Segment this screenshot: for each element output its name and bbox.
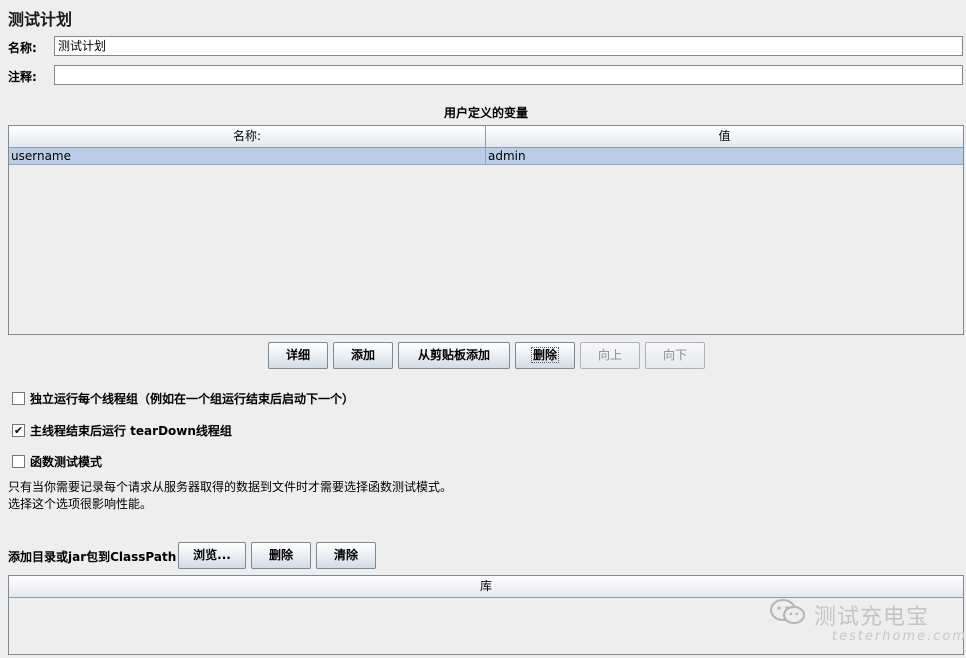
watermark-sub: testerhome.com xyxy=(832,629,966,644)
move-up-button[interactable]: 向上 xyxy=(580,342,640,369)
comment-field[interactable] xyxy=(54,65,963,85)
classpath-delete-button[interactable]: 删除 xyxy=(251,542,311,569)
variables-title: 用户定义的变量 xyxy=(443,106,528,120)
detail-button[interactable]: 详细 xyxy=(268,342,328,369)
independent-option[interactable]: 独立运行每个线程组（例如在一个组运行结束后启动下一个） xyxy=(12,390,354,407)
add-from-clipboard-button[interactable]: 从剪贴板添加 xyxy=(398,342,510,369)
delete-button[interactable]: 删除 xyxy=(515,342,575,369)
classpath-label: 添加目录或jar包到ClassPath xyxy=(8,550,177,564)
classpath-clear-button[interactable]: 清除 xyxy=(316,542,376,569)
functional-label: 函数测试模式 xyxy=(30,455,103,469)
functional-note: 只有当你需要记录每个请求从服务器取得的数据到文件时才需要选择函数测试模式。 选择… xyxy=(8,479,452,513)
note-line-2: 选择这个选项很影响性能。 xyxy=(8,497,153,511)
page-title: 测试计划 xyxy=(8,10,73,29)
table-row[interactable]: username admin xyxy=(9,148,963,165)
independent-checkbox[interactable] xyxy=(12,392,25,405)
name-field[interactable]: 测试计划 xyxy=(54,36,963,56)
note-line-1: 只有当你需要记录每个请求从服务器取得的数据到文件时才需要选择函数测试模式。 xyxy=(8,480,453,494)
cell-variable-value[interactable]: admin xyxy=(486,148,963,164)
table-header: 名称: 值 xyxy=(9,126,963,148)
teardown-option[interactable]: ✔ 主线程结束后运行 tearDown线程组 xyxy=(12,422,232,439)
wechat-icon xyxy=(768,597,808,633)
cell-variable-name[interactable]: username xyxy=(9,148,486,164)
browse-button[interactable]: 浏览... xyxy=(178,542,246,569)
delete-button-label: 删除 xyxy=(530,347,559,363)
column-header-value[interactable]: 值 xyxy=(486,126,963,147)
watermark-text: 测试充电宝 xyxy=(814,605,930,630)
column-header-name[interactable]: 名称: xyxy=(9,126,486,147)
functional-checkbox[interactable] xyxy=(12,455,25,468)
move-down-button[interactable]: 向下 xyxy=(645,342,705,369)
teardown-label: 主线程结束后运行 tearDown线程组 xyxy=(30,424,232,438)
watermark: 测试充电宝 xyxy=(768,597,929,633)
classpath-table-header: 库 xyxy=(9,576,963,598)
add-button[interactable]: 添加 xyxy=(333,342,393,369)
functional-option[interactable]: 函数测试模式 xyxy=(12,453,102,470)
name-label: 名称: xyxy=(8,41,37,55)
comment-label: 注释: xyxy=(8,70,37,84)
variables-table[interactable]: 名称: 值 username admin xyxy=(8,125,964,335)
independent-label: 独立运行每个线程组（例如在一个组运行结束后启动下一个） xyxy=(30,392,355,406)
column-header-library[interactable]: 库 xyxy=(9,576,963,597)
teardown-checkbox[interactable]: ✔ xyxy=(12,424,25,437)
